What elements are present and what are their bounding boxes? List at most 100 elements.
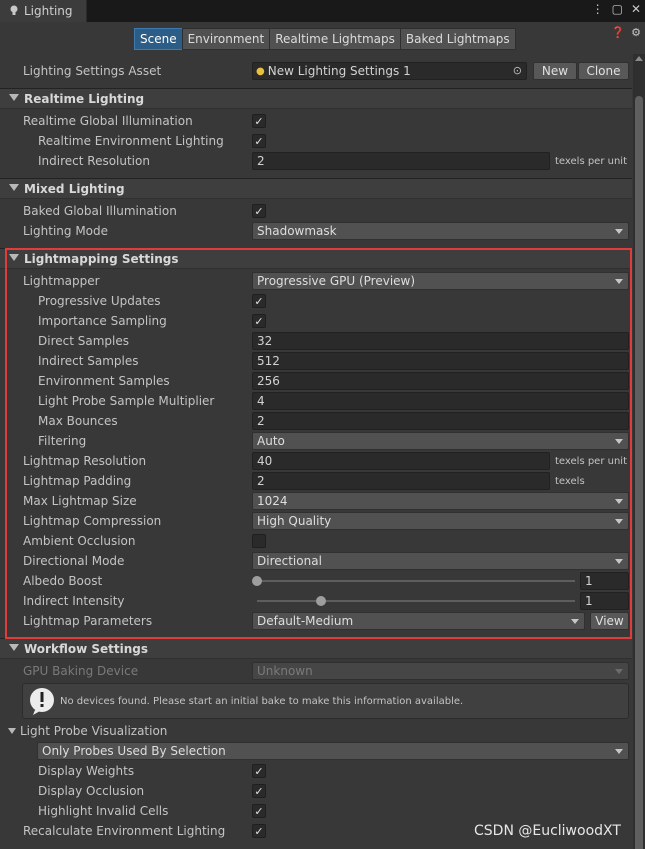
view-button[interactable]: View <box>590 612 629 630</box>
display-weights-checkbox[interactable]: ✓ <box>252 764 266 778</box>
lightmapping-settings-header[interactable]: Lightmapping Settings <box>0 248 632 269</box>
workflow-settings-header[interactable]: Workflow Settings <box>0 638 632 659</box>
checkmark-icon: ✓ <box>254 204 264 218</box>
section-title: Mixed Lighting <box>24 181 125 196</box>
progressive-updates-label: Progressive Updates <box>38 294 161 308</box>
recalculate-env-checkbox[interactable]: ✓ <box>252 824 266 838</box>
tab-environment[interactable]: Environment <box>181 28 271 50</box>
realtime-gi-checkbox[interactable]: ✓ <box>252 114 266 128</box>
lightmapper-row: Lightmapper Progressive GPU (Preview) <box>0 271 645 291</box>
scroll-up-icon[interactable] <box>635 56 643 61</box>
lightmap-padding-row: Lightmap Padding 2 texels <box>0 471 645 491</box>
lightmap-compression-dropdown[interactable]: High Quality <box>252 512 629 530</box>
albedo-boost-row: Albedo Boost 1 <box>0 571 645 591</box>
realtime-gi-label: Realtime Global Illumination <box>23 114 193 128</box>
foldout-arrow-icon <box>9 644 19 651</box>
max-bounces-label: Max Bounces <box>38 414 118 428</box>
scrollbar[interactable] <box>633 54 645 849</box>
indirect-intensity-slider-track[interactable] <box>257 600 575 602</box>
lightmap-resolution-row: Lightmap Resolution 40 texels per unit <box>0 451 645 471</box>
filtering-dropdown[interactable]: Auto <box>252 432 629 450</box>
maximize-icon[interactable]: ▢ <box>612 2 623 16</box>
gear-icon[interactable]: ⚙ <box>631 26 641 39</box>
progressive-updates-checkbox[interactable]: ✓ <box>252 294 266 308</box>
direct-samples-field[interactable]: 32 <box>252 332 629 350</box>
indirect-resolution-field[interactable]: 2 <box>252 152 550 170</box>
filtering-row: Filtering Auto <box>0 431 645 451</box>
lightmap-resolution-unit: texels per unit <box>555 455 627 467</box>
gpu-device-value: Unknown <box>257 664 313 678</box>
indirect-samples-field[interactable]: 512 <box>252 352 629 370</box>
realtime-env-row: Realtime Environment Lighting ✓ <box>0 131 645 151</box>
asset-object-field[interactable]: ● New Lighting Settings 1 ⊙ <box>252 62 527 80</box>
lightmap-padding-field[interactable]: 2 <box>252 472 550 490</box>
gpu-device-label: GPU Baking Device <box>23 664 139 678</box>
lightbulb-icon <box>10 5 18 15</box>
ambient-occlusion-label: Ambient Occlusion <box>23 534 136 548</box>
albedo-boost-slider-track[interactable] <box>257 580 575 582</box>
lighting-mode-dropdown[interactable]: Shadowmask <box>252 222 629 240</box>
mixed-lighting-header[interactable]: Mixed Lighting <box>0 178 632 199</box>
checkmark-icon: ✓ <box>254 824 264 838</box>
importance-sampling-label: Importance Sampling <box>38 314 167 328</box>
baked-gi-checkbox[interactable]: ✓ <box>252 204 266 218</box>
realtime-lighting-header[interactable]: Realtime Lighting <box>0 88 632 109</box>
indirect-intensity-label: Indirect Intensity <box>23 594 125 608</box>
ambient-occlusion-row: Ambient Occlusion <box>0 531 645 551</box>
highlight-invalid-checkbox[interactable]: ✓ <box>252 804 266 818</box>
probe-visualization-header[interactable]: Light Probe Visualization <box>0 721 645 741</box>
watermark: CSDN @EucliwoodXT <box>474 823 621 839</box>
checkmark-icon: ✓ <box>254 784 264 798</box>
lightmap-parameters-label: Lightmap Parameters <box>23 614 153 628</box>
realtime-env-checkbox[interactable]: ✓ <box>252 134 266 148</box>
display-occlusion-checkbox[interactable]: ✓ <box>252 784 266 798</box>
probe-multiplier-field[interactable]: 4 <box>252 392 629 410</box>
tab-scene[interactable]: Scene <box>134 28 183 50</box>
directional-mode-value: Directional <box>257 554 322 568</box>
chevron-down-icon <box>615 229 623 234</box>
directional-mode-dropdown[interactable]: Directional <box>252 552 629 570</box>
directional-mode-label: Directional Mode <box>23 554 125 568</box>
lighting-mode-row: Lighting Mode Shadowmask <box>0 221 645 241</box>
realtime-gi-row: Realtime Global Illumination ✓ <box>0 111 645 131</box>
lighting-mode-label: Lighting Mode <box>23 224 109 238</box>
object-picker-icon[interactable]: ⊙ <box>513 64 522 77</box>
help-icon[interactable]: ❓ <box>611 26 625 39</box>
gpu-device-row: GPU Baking Device Unknown <box>0 661 645 681</box>
indirect-intensity-field[interactable]: 1 <box>580 592 629 610</box>
environment-samples-field[interactable]: 256 <box>252 372 629 390</box>
scrollbar-thumb[interactable] <box>635 96 643 849</box>
no-devices-helpbox: No devices found. Please start an initia… <box>22 683 629 719</box>
max-lightmap-size-dropdown[interactable]: 1024 <box>252 492 629 510</box>
chevron-down-icon <box>615 279 623 284</box>
close-icon[interactable]: ✕ <box>631 2 641 16</box>
clone-button[interactable]: Clone <box>578 62 629 80</box>
lighting-tab[interactable]: Lighting <box>0 0 87 22</box>
indirect-resolution-label: Indirect Resolution <box>38 154 150 168</box>
tab-realtime-lightmaps[interactable]: Realtime Lightmaps <box>269 28 401 50</box>
max-bounces-field[interactable]: 2 <box>252 412 629 430</box>
importance-sampling-checkbox[interactable]: ✓ <box>252 314 266 328</box>
baked-gi-label: Baked Global Illumination <box>23 204 177 218</box>
ambient-occlusion-checkbox[interactable] <box>252 534 266 548</box>
checkmark-icon: ✓ <box>254 314 264 328</box>
asset-row: Lighting Settings Asset ● New Lighting S… <box>0 61 645 81</box>
tab-baked-lightmaps[interactable]: Baked Lightmaps <box>399 28 516 50</box>
kebab-menu-icon[interactable]: ⋮ <box>592 2 604 16</box>
lightmap-resolution-field[interactable]: 40 <box>252 452 550 470</box>
highlight-invalid-label: Highlight Invalid Cells <box>38 804 169 818</box>
indirect-intensity-slider-thumb[interactable] <box>315 596 326 606</box>
chevron-down-icon <box>615 439 623 444</box>
albedo-boost-field[interactable]: 1 <box>580 572 629 590</box>
lightmapper-dropdown[interactable]: Progressive GPU (Preview) <box>252 272 629 290</box>
lightmap-parameters-dropdown[interactable]: Default-Medium <box>252 612 585 630</box>
chevron-down-icon <box>615 749 623 754</box>
foldout-arrow-icon <box>9 184 19 191</box>
lightmap-padding-label: Lightmap Padding <box>23 474 132 488</box>
lightmap-parameters-row: Lightmap Parameters Default-Medium View <box>0 611 645 631</box>
albedo-boost-slider-thumb[interactable] <box>252 576 262 586</box>
display-weights-row: Display Weights ✓ <box>0 761 645 781</box>
probe-mode-dropdown[interactable]: Only Probes Used By Selection <box>37 742 629 760</box>
recalculate-env-label: Recalculate Environment Lighting <box>23 824 226 838</box>
new-button[interactable]: New <box>533 62 577 80</box>
